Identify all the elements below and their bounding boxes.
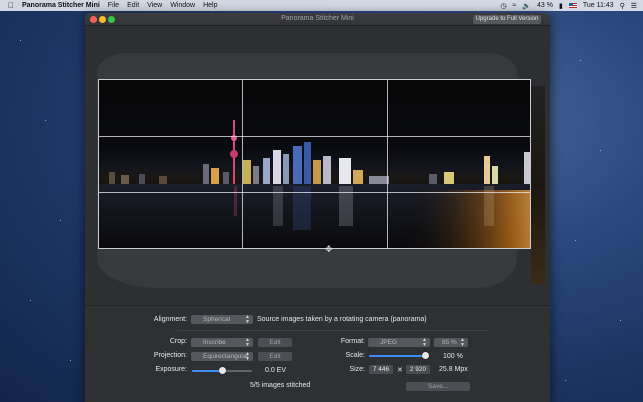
crop-edit-button[interactable]: Edit bbox=[258, 338, 292, 347]
time-machine-icon[interactable]: ◷ bbox=[500, 2, 506, 10]
format-label: Format: bbox=[340, 338, 365, 345]
move-cursor-icon: ✥ bbox=[325, 244, 333, 254]
battery-icon[interactable]: ▮ bbox=[559, 2, 563, 10]
wifi-icon[interactable]: ≈ bbox=[512, 2, 516, 9]
alignment-select[interactable]: Spherical ▲ ▼ bbox=[191, 315, 253, 324]
panorama-preview[interactable] bbox=[98, 79, 531, 249]
upgrade-button[interactable]: Upgrade to Full Version bbox=[473, 15, 541, 24]
save-button[interactable]: Save... bbox=[406, 382, 470, 391]
crop-label: Crop: bbox=[169, 338, 187, 345]
format-select[interactable]: JPEG ▲ ▼ bbox=[368, 338, 430, 347]
quality-select[interactable]: 85 % ▲ ▼ bbox=[434, 338, 468, 347]
chevron-updown-icon: ▲ ▼ bbox=[245, 337, 250, 348]
chevron-updown-icon: ▲ ▼ bbox=[422, 337, 427, 348]
menu-view[interactable]: View bbox=[147, 2, 162, 9]
scale-label: Scale: bbox=[345, 352, 365, 359]
battery-percent: 43 % bbox=[537, 2, 553, 9]
alignment-value: Spherical bbox=[203, 316, 231, 323]
scale-slider[interactable] bbox=[369, 352, 429, 359]
exposure-slider[interactable] bbox=[192, 367, 252, 374]
grid-line bbox=[99, 192, 530, 193]
scale-slider-knob[interactable] bbox=[422, 352, 429, 359]
format-value: JPEG bbox=[380, 339, 397, 346]
chevron-updown-icon: ▲ ▼ bbox=[245, 351, 250, 362]
size-label: Size: bbox=[349, 366, 365, 373]
settings-panel: Alignment: Spherical ▲ ▼ Source images ta… bbox=[85, 305, 550, 402]
preview-canvas[interactable]: ✥ bbox=[85, 26, 550, 318]
divider bbox=[177, 330, 489, 331]
menu-window[interactable]: Window bbox=[170, 2, 195, 9]
exposure-slider-knob[interactable] bbox=[219, 367, 226, 374]
times-symbol: ✕ bbox=[397, 367, 403, 374]
title-bar: Panorama Stitcher Mini Upgrade to Full V… bbox=[85, 13, 550, 26]
alignment-label: Alignment: bbox=[153, 316, 187, 323]
alignment-description: Source images taken by a rotating camera… bbox=[257, 316, 427, 323]
volume-icon[interactable]: 🔈 bbox=[522, 2, 531, 10]
projection-edit-button[interactable]: Edit bbox=[258, 352, 292, 361]
panorama-edge bbox=[531, 86, 545, 284]
menu-bar:  Panorama Stitcher Mini File Edit View … bbox=[0, 0, 643, 11]
chevron-updown-icon: ▲ ▼ bbox=[245, 314, 250, 325]
scale-value: 100 % bbox=[443, 353, 463, 360]
spotlight-icon[interactable]: ⚲ bbox=[620, 2, 625, 10]
city-skyline-image bbox=[99, 120, 530, 248]
apple-icon[interactable]:  bbox=[0, 1, 22, 10]
crop-select[interactable]: Inscribe ▲ ▼ bbox=[191, 338, 253, 347]
megapixels-value: 25.8 Mpx bbox=[439, 366, 468, 373]
menu-help[interactable]: Help bbox=[203, 2, 217, 9]
app-window: Panorama Stitcher Mini Upgrade to Full V… bbox=[85, 13, 550, 402]
menu-app-name[interactable]: Panorama Stitcher Mini bbox=[22, 2, 100, 9]
projection-value: Equirectangular bbox=[203, 353, 249, 360]
crop-value: Inscribe bbox=[203, 339, 226, 346]
menu-edit[interactable]: Edit bbox=[127, 2, 139, 9]
flag-icon[interactable] bbox=[568, 3, 577, 8]
notification-center-icon[interactable]: ☰ bbox=[631, 2, 637, 10]
width-field[interactable]: 7 446 bbox=[369, 365, 393, 374]
exposure-label: Exposure: bbox=[155, 366, 187, 373]
height-field[interactable]: 2 920 bbox=[406, 365, 430, 374]
exposure-value: 0.0 EV bbox=[265, 367, 287, 374]
quality-value: 85 % bbox=[442, 339, 457, 346]
projection-select[interactable]: Equirectangular ▲ ▼ bbox=[191, 352, 253, 361]
projection-label: Projection: bbox=[153, 352, 187, 359]
grid-line bbox=[387, 80, 388, 248]
clock[interactable]: Tue 11:43 bbox=[583, 2, 614, 9]
scale-slider-fill bbox=[369, 355, 429, 357]
exposure-slider-fill bbox=[192, 370, 222, 372]
stitch-status: 5/5 images stitched bbox=[250, 382, 311, 389]
menu-file[interactable]: File bbox=[108, 2, 119, 9]
grid-line bbox=[242, 80, 243, 248]
grid-line bbox=[99, 136, 530, 137]
chevron-updown-icon: ▲ ▼ bbox=[460, 337, 465, 348]
